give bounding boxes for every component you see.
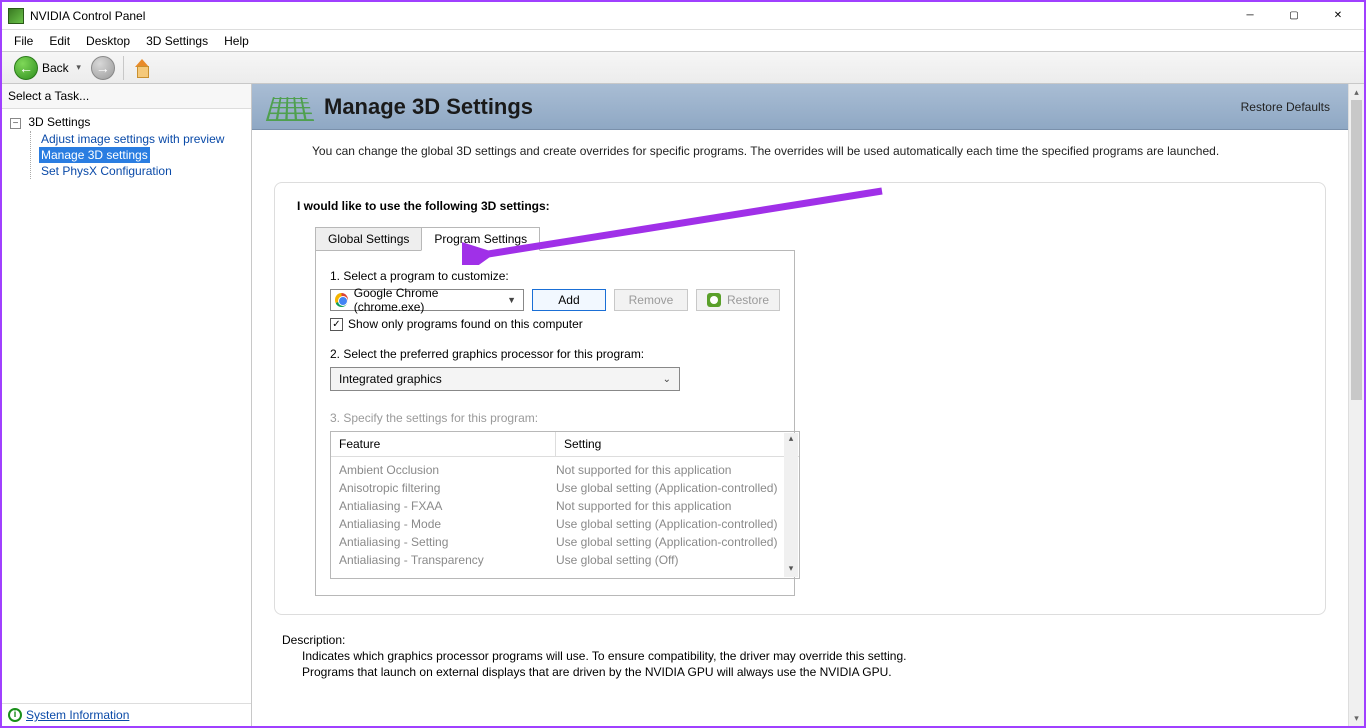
- show-only-found-label: Show only programs found on this compute…: [348, 317, 583, 331]
- tree-item-physx[interactable]: Set PhysX Configuration: [39, 163, 174, 179]
- settings-panel: I would like to use the following 3D set…: [274, 182, 1326, 615]
- back-dropdown-icon[interactable]: ▾: [73, 62, 85, 73]
- table-row[interactable]: Antialiasing - ModeUse global setting (A…: [339, 515, 791, 533]
- table-row[interactable]: Antialiasing - TransparencyUse global se…: [339, 551, 791, 569]
- back-label: Back: [42, 61, 69, 75]
- nvidia-app-icon: [8, 8, 24, 24]
- description-line1: Indicates which graphics processor progr…: [282, 649, 1318, 663]
- tab-program-settings[interactable]: Program Settings: [421, 227, 540, 251]
- table-row[interactable]: Ambient OcclusionNot supported for this …: [339, 461, 791, 479]
- sidebar-header: Select a Task...: [2, 84, 251, 109]
- scroll-down-icon[interactable]: ▾: [1349, 710, 1364, 726]
- system-information-link[interactable]: System Information: [26, 708, 129, 722]
- program-select[interactable]: Google Chrome (chrome.exe) ▼: [330, 289, 524, 311]
- menubar: File Edit Desktop 3D Settings Help: [2, 30, 1364, 52]
- back-arrow-icon: ←: [14, 56, 38, 80]
- chevron-down-icon: ⌄: [663, 374, 671, 385]
- table-row[interactable]: Antialiasing - SettingUse global setting…: [339, 533, 791, 551]
- page-header-icon: [266, 97, 314, 121]
- description-line2: Programs that launch on external display…: [282, 665, 1318, 679]
- chevron-down-icon: ▼: [504, 295, 519, 305]
- system-info-bar: i System Information: [2, 703, 251, 726]
- toolbar-separator: [123, 56, 124, 80]
- step2-label: 2. Select the preferred graphics process…: [330, 347, 780, 361]
- step3-label: 3. Specify the settings for this program…: [330, 411, 780, 425]
- info-icon: i: [8, 708, 22, 722]
- page-title: Manage 3D Settings: [324, 94, 1227, 120]
- graphics-processor-select[interactable]: Integrated graphics ⌄: [330, 367, 680, 391]
- restore-button-label: Restore: [727, 293, 769, 307]
- add-button[interactable]: Add: [532, 289, 606, 311]
- program-select-value: Google Chrome (chrome.exe): [354, 286, 498, 314]
- titlebar: NVIDIA Control Panel ─ ▢ ✕: [2, 2, 1364, 30]
- scroll-up-icon[interactable]: ▴: [1349, 84, 1364, 100]
- nvidia-eye-icon: [707, 293, 721, 307]
- restore-button: Restore: [696, 289, 780, 311]
- tree-root-3d-settings[interactable]: 3D Settings: [28, 115, 90, 129]
- tabs: Global Settings Program Settings: [315, 227, 1303, 250]
- content-area: Manage 3D Settings Restore Defaults You …: [252, 84, 1364, 726]
- panel-subheading: I would like to use the following 3D set…: [297, 199, 1303, 213]
- col-header-feature[interactable]: Feature: [331, 432, 556, 456]
- page-intro: You can change the global 3D settings an…: [252, 130, 1348, 168]
- sidebar: Select a Task... − 3D Settings Adjust im…: [2, 84, 252, 726]
- content-scrollbar[interactable]: ▴ ▾: [1348, 84, 1364, 726]
- toolbar: ← Back ▾ →: [2, 52, 1364, 84]
- table-scrollbar[interactable]: ▴ ▾: [784, 433, 798, 577]
- menu-3d-settings[interactable]: 3D Settings: [138, 31, 216, 51]
- home-button[interactable]: [132, 59, 152, 77]
- menu-edit[interactable]: Edit: [41, 31, 78, 51]
- tree-collapse-icon[interactable]: −: [10, 118, 21, 129]
- window-title: NVIDIA Control Panel: [30, 9, 1228, 23]
- menu-file[interactable]: File: [6, 31, 41, 51]
- scroll-down-icon[interactable]: ▾: [784, 563, 798, 577]
- back-button[interactable]: ← Back ▾: [10, 54, 89, 82]
- page-header: Manage 3D Settings Restore Defaults: [252, 84, 1348, 130]
- task-tree: − 3D Settings Adjust image settings with…: [2, 109, 251, 703]
- step1-label: 1. Select a program to customize:: [330, 269, 780, 283]
- scroll-up-icon[interactable]: ▴: [784, 433, 798, 447]
- tree-item-adjust-image[interactable]: Adjust image settings with preview: [39, 131, 226, 147]
- restore-defaults-link[interactable]: Restore Defaults: [1241, 100, 1330, 114]
- menu-desktop[interactable]: Desktop: [78, 31, 138, 51]
- settings-table: Feature Setting Ambient OcclusionNot sup…: [330, 431, 800, 579]
- close-button[interactable]: ✕: [1316, 2, 1360, 30]
- chrome-icon: [335, 293, 348, 307]
- table-row[interactable]: Anisotropic filteringUse global setting …: [339, 479, 791, 497]
- tab-global-settings[interactable]: Global Settings: [315, 227, 422, 250]
- description-heading: Description:: [282, 633, 1318, 647]
- maximize-button[interactable]: ▢: [1272, 2, 1316, 30]
- forward-button[interactable]: →: [91, 56, 115, 80]
- tab-body-program-settings: 1. Select a program to customize: Google…: [315, 250, 795, 596]
- tree-item-manage-3d[interactable]: Manage 3D settings: [39, 147, 150, 163]
- col-header-setting[interactable]: Setting: [556, 432, 799, 456]
- remove-button: Remove: [614, 289, 688, 311]
- show-only-found-checkbox[interactable]: ✓: [330, 318, 343, 331]
- menu-help[interactable]: Help: [216, 31, 257, 51]
- table-row[interactable]: Antialiasing - FXAANot supported for thi…: [339, 497, 791, 515]
- graphics-processor-value: Integrated graphics: [339, 372, 442, 386]
- minimize-button[interactable]: ─: [1228, 2, 1272, 30]
- scroll-thumb[interactable]: [1351, 100, 1362, 400]
- description-block: Description: Indicates which graphics pr…: [252, 623, 1348, 687]
